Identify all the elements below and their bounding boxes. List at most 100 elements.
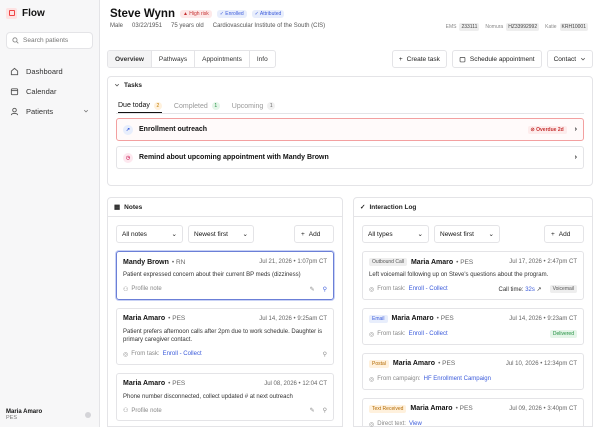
note-card[interactable]: Mandy Brown • RN Jul 21, 2026 • 1:07pm CT … bbox=[116, 251, 334, 300]
sidebar-item-label: Dashboard bbox=[26, 66, 63, 76]
plus-icon: + bbox=[301, 230, 305, 238]
note-text: Phone number disconnected, collect updat… bbox=[123, 393, 293, 400]
tab-overview[interactable]: Overview bbox=[108, 51, 152, 67]
main-content: Steve Wynn ▲ High risk ✓ Enrolled ✓ Attr… bbox=[100, 0, 600, 427]
reminder-icon: ◷ bbox=[123, 152, 133, 163]
check-circle-icon: ◎ bbox=[369, 376, 375, 383]
pin-icon[interactable]: ⚲ bbox=[323, 351, 327, 358]
home-icon bbox=[10, 67, 19, 75]
task-item[interactable]: ◷ Remind about upcoming appointment with… bbox=[116, 146, 584, 169]
notes-sort-select[interactable]: Newest first ⌄ bbox=[188, 225, 254, 243]
add-note-button[interactable]: + Add bbox=[294, 225, 334, 243]
view-link[interactable]: View bbox=[409, 421, 422, 427]
id-katie: Katie KRH10001 bbox=[545, 23, 588, 31]
schedule-appointment-button[interactable]: Schedule appointment bbox=[451, 50, 542, 68]
search-icon bbox=[12, 37, 19, 44]
interaction-card[interactable]: Text Received Maria Amaro • PES Jul 09, 202… bbox=[362, 397, 584, 427]
pin-icon[interactable]: ⚲ bbox=[323, 407, 327, 414]
enrolled-badge: ✓ Enrolled bbox=[216, 10, 247, 18]
patient-ids: EMS 233111 Nomura HZ33992992 Katie KRH10001 bbox=[445, 23, 588, 31]
patient-dob: 03/22/1951 bbox=[132, 23, 163, 29]
tab-due-today[interactable]: Due today 2 bbox=[118, 99, 162, 113]
search-input[interactable] bbox=[23, 37, 83, 44]
interaction-log-panel: ✓ Interaction Log All types ⌄ Newest firs… bbox=[353, 197, 593, 427]
contact-dropdown[interactable]: Contact bbox=[546, 50, 593, 68]
tasks-title: Tasks bbox=[124, 81, 142, 89]
outreach-icon: ↗ bbox=[123, 124, 133, 135]
notes-filter-select[interactable]: All notes ⌄ bbox=[116, 225, 183, 243]
notes-icon: ▦ bbox=[114, 204, 121, 211]
profile-icon: ⚇ bbox=[123, 286, 129, 293]
notes-header: ▦ Notes bbox=[114, 203, 143, 212]
campaign-link[interactable]: HF Enrollment Campaign bbox=[424, 376, 491, 382]
task-label: Enrollment outreach bbox=[139, 126, 208, 133]
risk-badge: ▲ High risk bbox=[179, 10, 212, 18]
user-role: PES bbox=[6, 415, 18, 421]
tab-pathways[interactable]: Pathways bbox=[152, 51, 196, 67]
tasks-header[interactable]: Tasks bbox=[108, 77, 592, 93]
user-profile[interactable]: Maria Amaro PES bbox=[6, 409, 93, 421]
sidebar: Flow Dashboard Calendar Patients Maria A… bbox=[0, 0, 100, 427]
task-link[interactable]: Enroll - Collect bbox=[163, 351, 202, 357]
status-badge: Voicemail bbox=[549, 285, 577, 293]
chevron-down-icon: ⌄ bbox=[417, 231, 423, 238]
chevron-down-icon: ⌄ bbox=[488, 231, 494, 238]
create-task-button[interactable]: + Create task bbox=[391, 50, 447, 68]
sidebar-item-calendar[interactable]: Calendar bbox=[6, 81, 93, 101]
flow-logo-icon bbox=[6, 7, 17, 19]
tasks-tabs: Due today 2 Completed 1 Upcoming 1 bbox=[108, 99, 592, 113]
task-link[interactable]: Enroll - Collect bbox=[409, 286, 448, 292]
plus-icon: + bbox=[551, 230, 555, 238]
sidebar-item-label: Patients bbox=[26, 106, 54, 116]
chevron-down-icon bbox=[114, 83, 120, 87]
patient-tabs: Overview Pathways Appointments Info bbox=[107, 50, 276, 68]
add-interaction-button[interactable]: + Add bbox=[544, 225, 584, 243]
tab-upcoming[interactable]: Upcoming 1 bbox=[232, 99, 276, 113]
sidebar-item-patients[interactable]: Patients bbox=[6, 101, 93, 121]
edit-icon[interactable]: ✎ bbox=[310, 407, 315, 414]
chevron-right-icon: › bbox=[574, 126, 577, 133]
sidebar-item-label: Calendar bbox=[26, 86, 57, 96]
task-link[interactable]: Enroll - Collect bbox=[409, 331, 448, 337]
brand-name: Flow bbox=[22, 7, 45, 19]
call-time-link[interactable]: 32s bbox=[525, 287, 535, 293]
sidebar-item-dashboard[interactable]: Dashboard bbox=[6, 61, 93, 81]
note-text: Patient expressed concern about their cu… bbox=[123, 272, 301, 278]
tab-appointments[interactable]: Appointments bbox=[195, 51, 250, 67]
patient-clinic: Cardiovascular Institute of the South (C… bbox=[212, 23, 326, 29]
interaction-card[interactable]: Email Maria Amaro • PES Jul 14, 2026 • 9:23… bbox=[362, 307, 584, 345]
check-circle-icon: ◎ bbox=[369, 286, 375, 293]
interaction-sort-select[interactable]: Newest first ⌄ bbox=[434, 225, 500, 243]
chevron-down-icon bbox=[580, 57, 586, 61]
interaction-type-badge: Email bbox=[369, 314, 388, 323]
status-badge: Delivered bbox=[549, 330, 577, 338]
plus-icon: + bbox=[398, 55, 403, 63]
tab-completed[interactable]: Completed 1 bbox=[174, 99, 220, 113]
check-circle-icon: ◎ bbox=[123, 351, 129, 358]
tab-info[interactable]: Info bbox=[250, 51, 275, 67]
note-text: Patient prefers afternoon calls after 2p… bbox=[123, 328, 323, 344]
interaction-card[interactable]: Postal Maria Amaro • PES Jul 10, 2026 • 12:… bbox=[362, 352, 584, 390]
edit-icon[interactable]: ✎ bbox=[310, 286, 315, 293]
tasks-panel: Tasks Due today 2 Completed 1 Upcoming 1 ↗ … bbox=[107, 76, 593, 186]
task-label: Remind about upcoming appointment with M… bbox=[139, 154, 329, 161]
interaction-card[interactable]: Outbound Call Maria Amaro • PES Jul 17, 202… bbox=[362, 251, 584, 300]
patient-header: Steve Wynn ▲ High risk ✓ Enrolled ✓ Attr… bbox=[100, 0, 600, 44]
brand[interactable]: Flow bbox=[6, 6, 93, 20]
search-box[interactable] bbox=[6, 32, 93, 49]
id-ems: EMS 233111 bbox=[445, 23, 480, 31]
interaction-filter-select[interactable]: All types ⌄ bbox=[362, 225, 429, 243]
toolbar: Overview Pathways Appointments Info + Cr… bbox=[107, 50, 593, 68]
note-card[interactable]: Maria Amaro • PES Jul 08, 2026 • 12:04 CT … bbox=[116, 372, 334, 421]
id-nomura: Nomura HZ33992992 bbox=[485, 23, 540, 31]
check-circle-icon: ◎ bbox=[369, 421, 375, 427]
user-icon bbox=[10, 107, 19, 115]
user-menu-icon[interactable] bbox=[85, 412, 91, 418]
overdue-badge: ⊘ Overdue 2d bbox=[527, 125, 567, 134]
task-item[interactable]: ↗ Enrollment outreach ⊘ Overdue 2d › bbox=[116, 118, 584, 141]
chevron-down-icon: ⌄ bbox=[171, 231, 177, 238]
pin-icon[interactable]: ⚲ bbox=[323, 286, 327, 293]
note-card[interactable]: Maria Amaro • PES Jul 14, 2026 • 9:25am CT… bbox=[116, 307, 334, 365]
interaction-type-badge: Outbound Call bbox=[369, 258, 407, 266]
patient-age: 75 years old bbox=[171, 23, 204, 29]
